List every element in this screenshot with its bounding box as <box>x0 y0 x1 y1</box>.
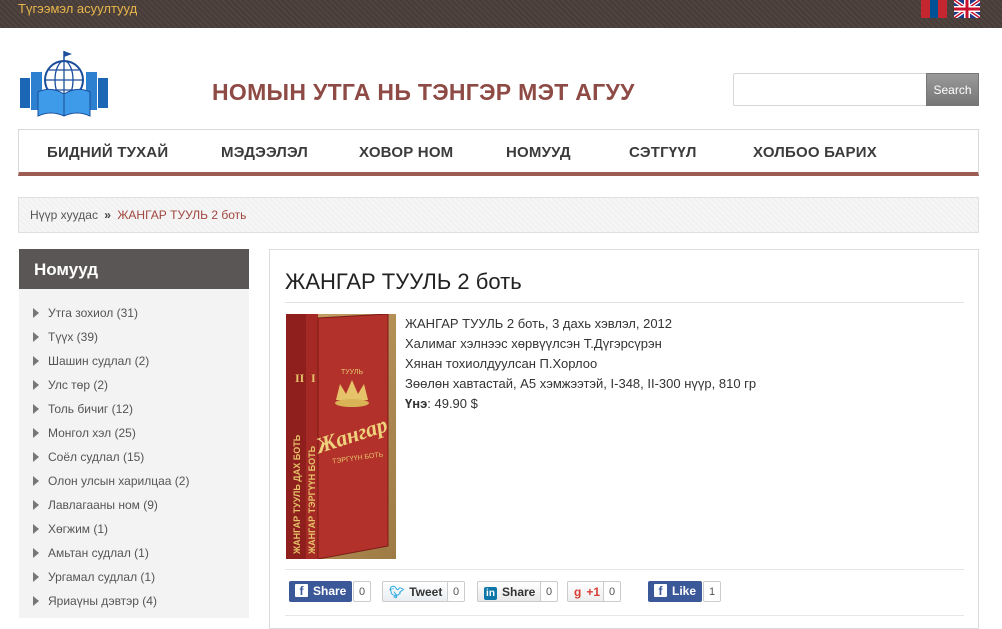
google-plus-count: 0 <box>603 581 621 602</box>
category-label: Толь бичиг (12) <box>48 402 133 416</box>
arrow-right-icon <box>33 428 39 438</box>
price-value: : 49.90 $ <box>427 396 478 411</box>
site-title: НОМЫН УТГА НЬ ТЭНГЭР МЭТ АГУУ <box>212 79 635 105</box>
facebook-like-button[interactable]: f Like <box>648 581 703 602</box>
linkedin-icon: in <box>484 587 497 600</box>
twitter-tweet-button[interactable]: 🐦︎ Tweet <box>382 581 450 602</box>
site-logo-icon[interactable] <box>18 48 110 118</box>
category-item[interactable]: Монгол хэл (25) <box>33 426 136 442</box>
google-plus-icon: g <box>574 585 582 599</box>
twitter-bird-icon: 🐦︎ <box>389 585 405 599</box>
divider <box>285 302 964 303</box>
cover-vol1: I <box>311 371 316 385</box>
nav-item-rare-books[interactable]: ХОВОР НОМ <box>359 144 453 161</box>
linkedin-share-label: Share <box>502 585 536 599</box>
uk-flag-icon[interactable] <box>954 0 980 18</box>
category-item[interactable]: Амьтан судлал (1) <box>33 546 149 562</box>
facebook-icon: f <box>654 584 667 598</box>
book-title: ЖАНГАР ТУУЛЬ 2 боть <box>285 269 522 294</box>
nav-item-journal[interactable]: СЭТГҮҮЛ <box>629 144 697 161</box>
book-detail-panel: ЖАНГАР ТУУЛЬ 2 боть II I ЖАНГАР ТУУЛЬ ДА… <box>269 249 979 629</box>
category-label: Түүх (39) <box>48 330 99 344</box>
cover-spine-text-2: ЖАНГАР ТУУЛЬ ДАХ БОТЬ <box>292 434 302 555</box>
category-item[interactable]: Хөгжим (1) <box>33 522 108 538</box>
arrow-right-icon <box>33 572 39 582</box>
facebook-like-label: Like <box>672 584 697 598</box>
sidebar-category-list: Утга зохиол (31) Түүх (39) Шашин судлал … <box>19 289 249 618</box>
category-item[interactable]: Түүх (39) <box>33 330 98 346</box>
arrow-right-icon <box>33 500 39 510</box>
category-label: Ургамал судлал (1) <box>48 570 156 584</box>
category-item[interactable]: Улс төр (2) <box>33 378 108 394</box>
google-plus-label: +1 <box>586 585 601 599</box>
main-nav: БИДНИЙ ТУХАЙ МЭДЭЭЛЭЛ ХОВОР НОМ НОМУУД С… <box>18 129 979 176</box>
category-item[interactable]: Лавлагааны ном (9) <box>33 498 158 514</box>
facebook-share-label: Share <box>313 584 347 598</box>
arrow-right-icon <box>33 308 39 318</box>
arrow-right-icon <box>33 476 39 486</box>
cover-spine-text-1: ЖАНГАР ТЭРГҮҮН БОТЬ <box>307 445 317 555</box>
facebook-share-button[interactable]: f Share <box>289 581 353 602</box>
category-label: Хөгжим (1) <box>48 522 109 536</box>
category-item[interactable]: Ургамал судлал (1) <box>33 570 155 586</box>
book-editor-line: Хянан тохиолдуулсан П.Хорлоо <box>405 356 598 371</box>
facebook-share-count: 0 <box>353 581 371 602</box>
top-bar: Түгээмэл асуултууд <box>0 0 1002 28</box>
arrow-right-icon <box>33 404 39 414</box>
nav-item-books[interactable]: НОМУУД <box>506 144 571 161</box>
nav-item-news[interactable]: МЭДЭЭЛЭЛ <box>221 144 308 161</box>
arrow-right-icon <box>33 596 39 606</box>
cover-top-text: ТУУЛЬ <box>341 369 364 376</box>
google-plus-button[interactable]: g +1 <box>567 581 608 602</box>
breadcrumb-separator: » <box>104 208 111 222</box>
book-price: Үнэ: 49.90 $ <box>405 394 756 414</box>
category-label: Амьтан судлал (1) <box>48 546 149 560</box>
category-label: Утга зохиол (31) <box>48 306 138 320</box>
book-cover-image[interactable]: II I ЖАНГАР ТУУЛЬ ДАХ БОТЬ ЖАНГАР ТЭРГҮҮ… <box>286 314 396 559</box>
category-label: Монгол хэл (25) <box>48 426 136 440</box>
divider <box>285 569 964 570</box>
arrow-right-icon <box>33 524 39 534</box>
cover-vol2: II <box>295 371 305 385</box>
arrow-right-icon <box>33 356 39 366</box>
book-format-line: Зөөлөн хавтастай, А5 хэмжээтэй, I-348, I… <box>405 376 757 391</box>
book-translator-line: Халимаг хэлнээс хөрвүүлсэн Т.Дүгэрсүрэн <box>405 336 662 351</box>
linkedin-share-button[interactable]: in Share <box>477 581 543 602</box>
category-label: Соёл судлал (15) <box>48 450 145 464</box>
arrow-right-icon <box>33 332 39 342</box>
category-label: Яриаүны дэвтэр (4) <box>48 594 157 608</box>
category-item[interactable]: Соёл судлал (15) <box>33 450 144 466</box>
book-description: ЖАНГАР ТУУЛЬ 2 боть, 3 дахь хэвлэл, 2012… <box>405 314 756 414</box>
category-label: Улс төр (2) <box>48 378 108 392</box>
breadcrumb-current: ЖАНГАР ТУУЛЬ 2 боть <box>117 208 247 222</box>
breadcrumb: Нүүр хуудас » ЖАНГАР ТУУЛЬ 2 боть <box>18 197 979 233</box>
search-input[interactable] <box>733 73 927 106</box>
faq-link[interactable]: Түгээмэл асуултууд <box>18 1 137 16</box>
category-item[interactable]: Олон улсын харилцаа (2) <box>33 474 189 490</box>
search-button[interactable]: Search <box>926 73 979 106</box>
arrow-right-icon <box>33 452 39 462</box>
twitter-tweet-label: Tweet <box>409 585 443 599</box>
linkedin-share-count: 0 <box>540 581 558 602</box>
divider <box>285 615 964 616</box>
category-label: Шашин судлал (2) <box>48 354 150 368</box>
mongolian-flag-icon[interactable] <box>921 0 948 18</box>
category-item[interactable]: Утга зохиол (31) <box>33 306 138 322</box>
breadcrumb-home-link[interactable]: Нүүр хуудас <box>30 208 98 222</box>
category-label: Лавлагааны ном (9) <box>48 498 158 512</box>
arrow-right-icon <box>33 380 39 390</box>
category-item[interactable]: Шашин судлал (2) <box>33 354 149 370</box>
book-edition-line: ЖАНГАР ТУУЛЬ 2 боть, 3 дахь хэвлэл, 2012 <box>405 316 673 331</box>
category-item[interactable]: Толь бичиг (12) <box>33 402 133 418</box>
nav-item-contact[interactable]: ХОЛБОО БАРИХ <box>753 144 877 161</box>
facebook-icon: f <box>295 584 308 598</box>
price-label: Үнэ <box>405 396 428 411</box>
category-label: Олон улсын харилцаа (2) <box>48 474 190 488</box>
arrow-right-icon <box>33 548 39 558</box>
nav-item-about[interactable]: БИДНИЙ ТУХАЙ <box>47 144 168 161</box>
facebook-like-count: 1 <box>703 581 721 602</box>
category-item[interactable]: Яриаүны дэвтэр (4) <box>33 594 157 610</box>
twitter-tweet-count: 0 <box>447 581 465 602</box>
sidebar-heading: Номууд <box>19 249 249 289</box>
